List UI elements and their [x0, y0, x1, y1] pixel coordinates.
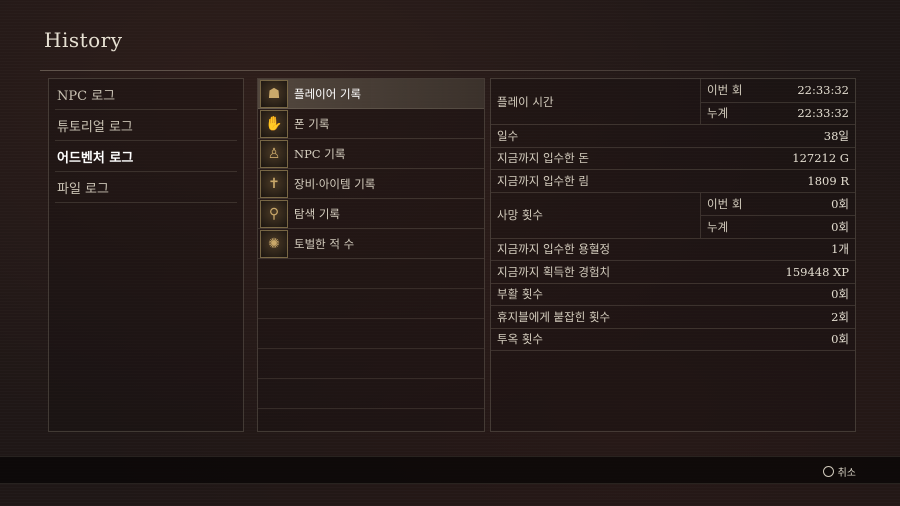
- stat-value: 38일: [823, 128, 849, 143]
- stat-label: 지금까지 입수한 용혈정: [497, 242, 611, 257]
- pawn-record-icon: ✋: [260, 109, 288, 138]
- log-item-player-record[interactable]: ☗ 플레이어 기록: [258, 79, 484, 109]
- log-item-pawn-record[interactable]: ✋ 폰 기록: [258, 109, 484, 139]
- npc-record-icon: ♙: [260, 139, 288, 168]
- page-title: History: [44, 28, 123, 52]
- log-item-exploration-record[interactable]: ⚲ 탐색 기록: [258, 199, 484, 229]
- log-item-label: 토벌한 적 수: [294, 236, 355, 251]
- player-stats-table: 플레이 시간 이번 회 22:33:32 누계 22:33:32 일수 38일 지금까…: [490, 78, 856, 432]
- empty-slot: [258, 259, 484, 289]
- log-item-npc-record[interactable]: ♙ NPC 기록: [258, 139, 484, 169]
- log-item-label: 플레이어 기록: [294, 86, 362, 101]
- category-tutorial-log[interactable]: 튜토리얼 로그: [49, 110, 243, 140]
- log-item-equipment-record[interactable]: ✝ 장비·아이템 기록: [258, 169, 484, 199]
- equipment-record-icon: ✝: [260, 169, 288, 198]
- stat-label: 투옥 횟수: [497, 332, 543, 347]
- stat-play-time: 플레이 시간 이번 회 22:33:32 누계 22:33:32: [491, 79, 855, 125]
- stat-sublabel: 이번 회: [707, 196, 743, 211]
- stat-label: 일수: [497, 128, 519, 143]
- stat-value: 127212 G: [792, 151, 849, 166]
- stat-days: 일수 38일: [491, 125, 855, 148]
- stat-label: 지금까지 입수한 돈: [497, 151, 589, 166]
- category-label: 파일 로그: [57, 181, 109, 197]
- category-label: 어드벤처 로그: [57, 150, 134, 166]
- empty-slot: [258, 349, 484, 379]
- stat-label: 사망 횟수: [491, 192, 701, 238]
- stat-sublabel: 누계: [707, 219, 729, 234]
- category-file-log[interactable]: 파일 로그: [49, 172, 243, 202]
- stat-sublabel: 이번 회: [707, 83, 743, 98]
- button-prompt-bar: 취소: [0, 456, 900, 484]
- log-item-slain-enemies[interactable]: ✺ 토벌한 적 수: [258, 229, 484, 259]
- stat-rift: 지금까지 입수한 림 1809 R: [491, 170, 855, 193]
- category-npc-log[interactable]: NPC 로그: [49, 79, 243, 109]
- stat-value: 1개: [831, 242, 849, 257]
- category-adventure-log[interactable]: 어드벤처 로그: [49, 141, 243, 171]
- stat-value: 0회: [831, 219, 849, 234]
- exploration-record-icon: ⚲: [260, 199, 288, 228]
- stat-value: 22:33:32: [797, 106, 849, 121]
- category-label: 튜토리얼 로그: [57, 119, 133, 135]
- circle-button-icon: [822, 466, 834, 477]
- category-list: NPC 로그 튜토리얼 로그 어드벤처 로그 파일 로그: [48, 78, 244, 432]
- empty-slot: [258, 319, 484, 349]
- stat-label: 휴지블에게 붙잡힌 횟수: [497, 309, 611, 324]
- stat-wyrmslife: 지금까지 입수한 용혈정 1개: [491, 239, 855, 261]
- log-item-label: 탐색 기록: [294, 206, 340, 221]
- log-item-label: NPC 기록: [294, 146, 346, 161]
- empty-slot: [258, 289, 484, 319]
- stat-revives: 부활 횟수 0회: [491, 284, 855, 306]
- stat-sublabel: 누계: [707, 106, 729, 121]
- stat-captured: 휴지블에게 붙잡힌 횟수 2회: [491, 306, 855, 329]
- cancel-label: 취소: [837, 468, 856, 479]
- stat-jailed: 투옥 횟수 0회: [491, 329, 855, 351]
- divider: [55, 202, 237, 203]
- player-record-icon: ☗: [260, 79, 288, 108]
- log-list: ☗ 플레이어 기록 ✋ 폰 기록 ♙ NPC 기록 ✝ 장비·아이템 기록 ⚲ …: [257, 78, 485, 432]
- log-item-label: 폰 기록: [294, 116, 330, 131]
- log-item-label: 장비·아이템 기록: [294, 176, 376, 191]
- stat-value: 0회: [831, 196, 849, 211]
- stat-xp: 지금까지 획득한 경험치 159448 XP: [491, 261, 855, 284]
- stat-label: 지금까지 입수한 림: [497, 173, 589, 188]
- stat-label: 지금까지 획득한 경험치: [497, 264, 611, 279]
- stat-label: 부활 횟수: [497, 287, 543, 302]
- stat-value: 159448 XP: [785, 264, 849, 279]
- stat-deaths: 사망 횟수 이번 회 0회 누계 0회: [491, 192, 855, 239]
- cancel-button[interactable]: 취소: [822, 464, 856, 479]
- header-divider: [40, 70, 860, 71]
- stat-value: 0회: [831, 287, 849, 302]
- stat-label: 플레이 시간: [491, 79, 701, 124]
- stat-value: 0회: [831, 332, 849, 347]
- stat-gold: 지금까지 입수한 돈 127212 G: [491, 148, 855, 170]
- stat-value: 22:33:32: [797, 83, 849, 98]
- empty-slot: [258, 379, 484, 409]
- category-label: NPC 로그: [57, 88, 116, 104]
- stat-value: 2회: [831, 309, 849, 324]
- slain-enemies-icon: ✺: [260, 229, 288, 258]
- stat-value: 1809 R: [807, 173, 849, 188]
